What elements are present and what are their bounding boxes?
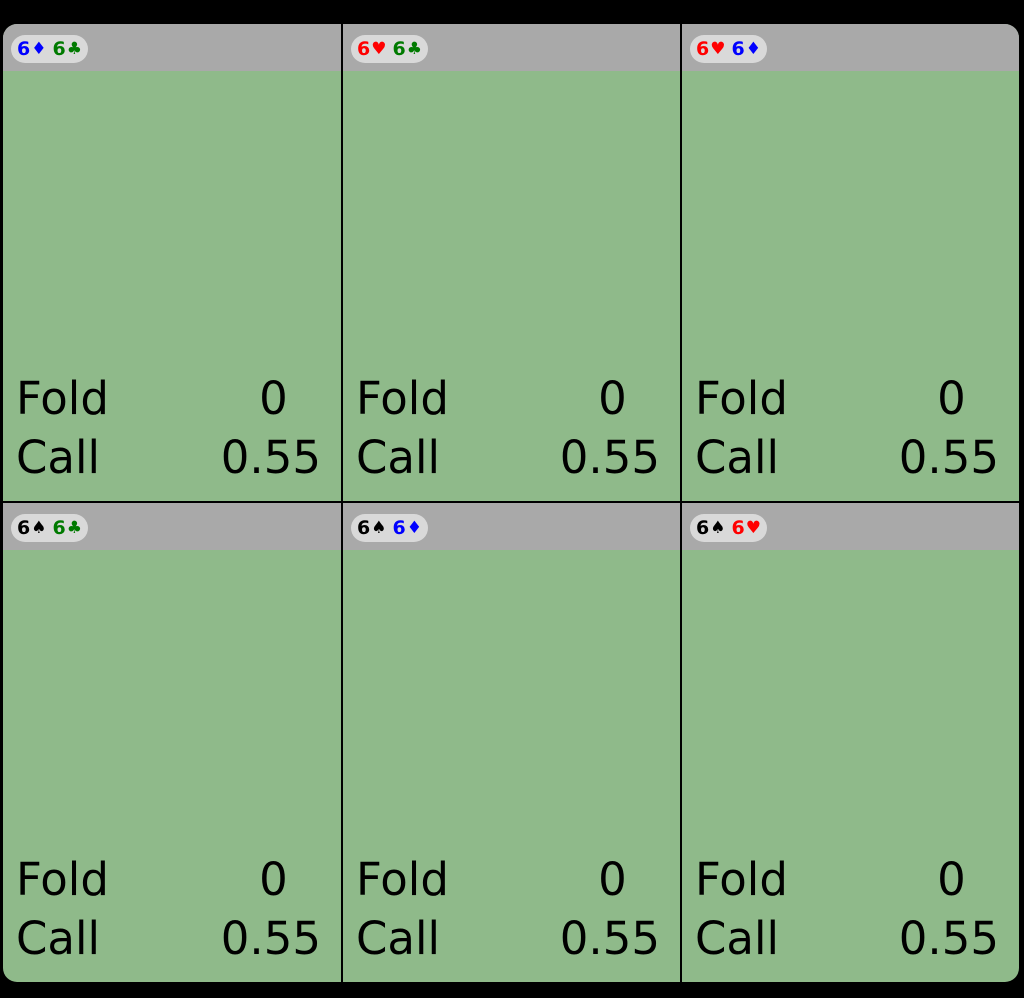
action-row-call: Call 0.55 — [16, 428, 321, 487]
combo-grid: 6 ♦ 6 ♣ Fold 0 Call 0.55 6 ♥ 6 ♣ Fold 0 … — [3, 24, 1019, 982]
combo-cell[interactable]: 6 ♥ 6 ♦ Fold 0 Call 0.55 — [682, 24, 1019, 501]
combo-cell[interactable]: 6 ♠ 6 ♣ Fold 0 Call 0.55 — [3, 503, 341, 982]
combo-header: 6 ♦ 6 ♣ — [3, 24, 341, 71]
combo-header: 6 ♠ 6 ♦ — [343, 503, 680, 550]
card-2: 6 ♣ — [52, 35, 81, 63]
combo-cell[interactable]: 6 ♦ 6 ♣ Fold 0 Call 0.55 — [3, 24, 341, 501]
card-2: 6 ♣ — [52, 514, 81, 542]
spade-suit-icon: ♠ — [710, 518, 726, 538]
action-label: Fold — [695, 372, 788, 425]
action-table: Fold 0 Call 0.55 — [356, 369, 660, 487]
card-rank: 6 — [392, 38, 406, 60]
combo-cell[interactable]: 6 ♠ 6 ♥ Fold 0 Call 0.55 — [682, 503, 1019, 982]
club-suit-icon: ♣ — [66, 39, 82, 59]
action-label: Fold — [356, 372, 449, 425]
action-table: Fold 0 Call 0.55 — [695, 850, 999, 968]
action-label: Call — [356, 912, 441, 965]
card-2: 6 ♥ — [731, 514, 760, 542]
action-row-fold: Fold 0 — [695, 369, 999, 428]
heart-suit-icon: ♥ — [371, 39, 387, 59]
action-row-call: Call 0.55 — [695, 909, 999, 968]
card-2: 6 ♦ — [731, 35, 760, 63]
action-row-call: Call 0.55 — [16, 909, 321, 968]
action-value: 0.55 — [220, 431, 321, 484]
action-row-fold: Fold 0 — [356, 850, 660, 909]
action-value: 0 — [937, 372, 966, 425]
card-rank: 6 — [17, 517, 31, 539]
combo-cell[interactable]: 6 ♥ 6 ♣ Fold 0 Call 0.55 — [343, 24, 680, 501]
combo-header: 6 ♠ 6 ♣ — [3, 503, 341, 550]
card-1: 6 ♥ — [357, 35, 386, 63]
action-row-call: Call 0.55 — [356, 428, 660, 487]
action-label: Call — [16, 431, 101, 484]
club-suit-icon: ♣ — [406, 39, 422, 59]
action-value: 0.55 — [220, 912, 321, 965]
card-1: 6 ♠ — [696, 514, 725, 542]
combo-label: 6 ♥ 6 ♦ — [690, 35, 767, 63]
action-row-fold: Fold 0 — [16, 850, 321, 909]
action-label: Fold — [695, 853, 788, 906]
spade-suit-icon: ♠ — [371, 518, 387, 538]
action-value: 0 — [937, 853, 966, 906]
combo-header: 6 ♥ 6 ♦ — [682, 24, 1019, 71]
combo-header: 6 ♥ 6 ♣ — [343, 24, 680, 71]
action-table: Fold 0 Call 0.55 — [695, 369, 999, 487]
card-rank: 6 — [696, 38, 710, 60]
action-value: 0.55 — [898, 912, 999, 965]
action-value: 0 — [598, 372, 627, 425]
action-label: Fold — [356, 853, 449, 906]
card-rank: 6 — [357, 38, 371, 60]
spade-suit-icon: ♠ — [31, 518, 47, 538]
action-row-call: Call 0.55 — [695, 428, 999, 487]
card-rank: 6 — [392, 517, 406, 539]
action-row-fold: Fold 0 — [695, 850, 999, 909]
combo-label: 6 ♠ 6 ♣ — [11, 514, 88, 542]
combo-cell[interactable]: 6 ♠ 6 ♦ Fold 0 Call 0.55 — [343, 503, 680, 982]
action-table: Fold 0 Call 0.55 — [16, 850, 321, 968]
card-rank: 6 — [696, 517, 710, 539]
action-row-fold: Fold 0 — [16, 369, 321, 428]
card-1: 6 ♥ — [696, 35, 725, 63]
action-label: Call — [356, 431, 441, 484]
action-value: 0 — [598, 853, 627, 906]
card-rank: 6 — [357, 517, 371, 539]
diamond-suit-icon: ♦ — [745, 39, 761, 59]
combo-label: 6 ♥ 6 ♣ — [351, 35, 428, 63]
action-table: Fold 0 Call 0.55 — [16, 369, 321, 487]
card-rank: 6 — [731, 517, 745, 539]
card-rank: 6 — [52, 517, 66, 539]
action-value: 0.55 — [559, 431, 660, 484]
card-1: 6 ♠ — [357, 514, 386, 542]
card-rank: 6 — [52, 38, 66, 60]
action-label: Fold — [16, 372, 109, 425]
combo-label: 6 ♠ 6 ♦ — [351, 514, 428, 542]
card-rank: 6 — [731, 38, 745, 60]
combo-label: 6 ♠ 6 ♥ — [690, 514, 767, 542]
action-label: Call — [695, 912, 780, 965]
card-2: 6 ♣ — [392, 35, 421, 63]
heart-suit-icon: ♥ — [710, 39, 726, 59]
card-1: 6 ♠ — [17, 514, 46, 542]
action-value: 0.55 — [559, 912, 660, 965]
combo-header: 6 ♠ 6 ♥ — [682, 503, 1019, 550]
card-1: 6 ♦ — [17, 35, 46, 63]
combo-label: 6 ♦ 6 ♣ — [11, 35, 88, 63]
action-label: Fold — [16, 853, 109, 906]
action-label: Call — [695, 431, 780, 484]
club-suit-icon: ♣ — [66, 518, 82, 538]
action-value: 0 — [259, 853, 288, 906]
action-value: 0 — [259, 372, 288, 425]
heart-suit-icon: ♥ — [745, 518, 761, 538]
diamond-suit-icon: ♦ — [406, 518, 422, 538]
action-row-call: Call 0.55 — [356, 909, 660, 968]
action-row-fold: Fold 0 — [356, 369, 660, 428]
card-2: 6 ♦ — [392, 514, 421, 542]
action-table: Fold 0 Call 0.55 — [356, 850, 660, 968]
action-value: 0.55 — [898, 431, 999, 484]
action-label: Call — [16, 912, 101, 965]
diamond-suit-icon: ♦ — [31, 39, 47, 59]
card-rank: 6 — [17, 38, 31, 60]
